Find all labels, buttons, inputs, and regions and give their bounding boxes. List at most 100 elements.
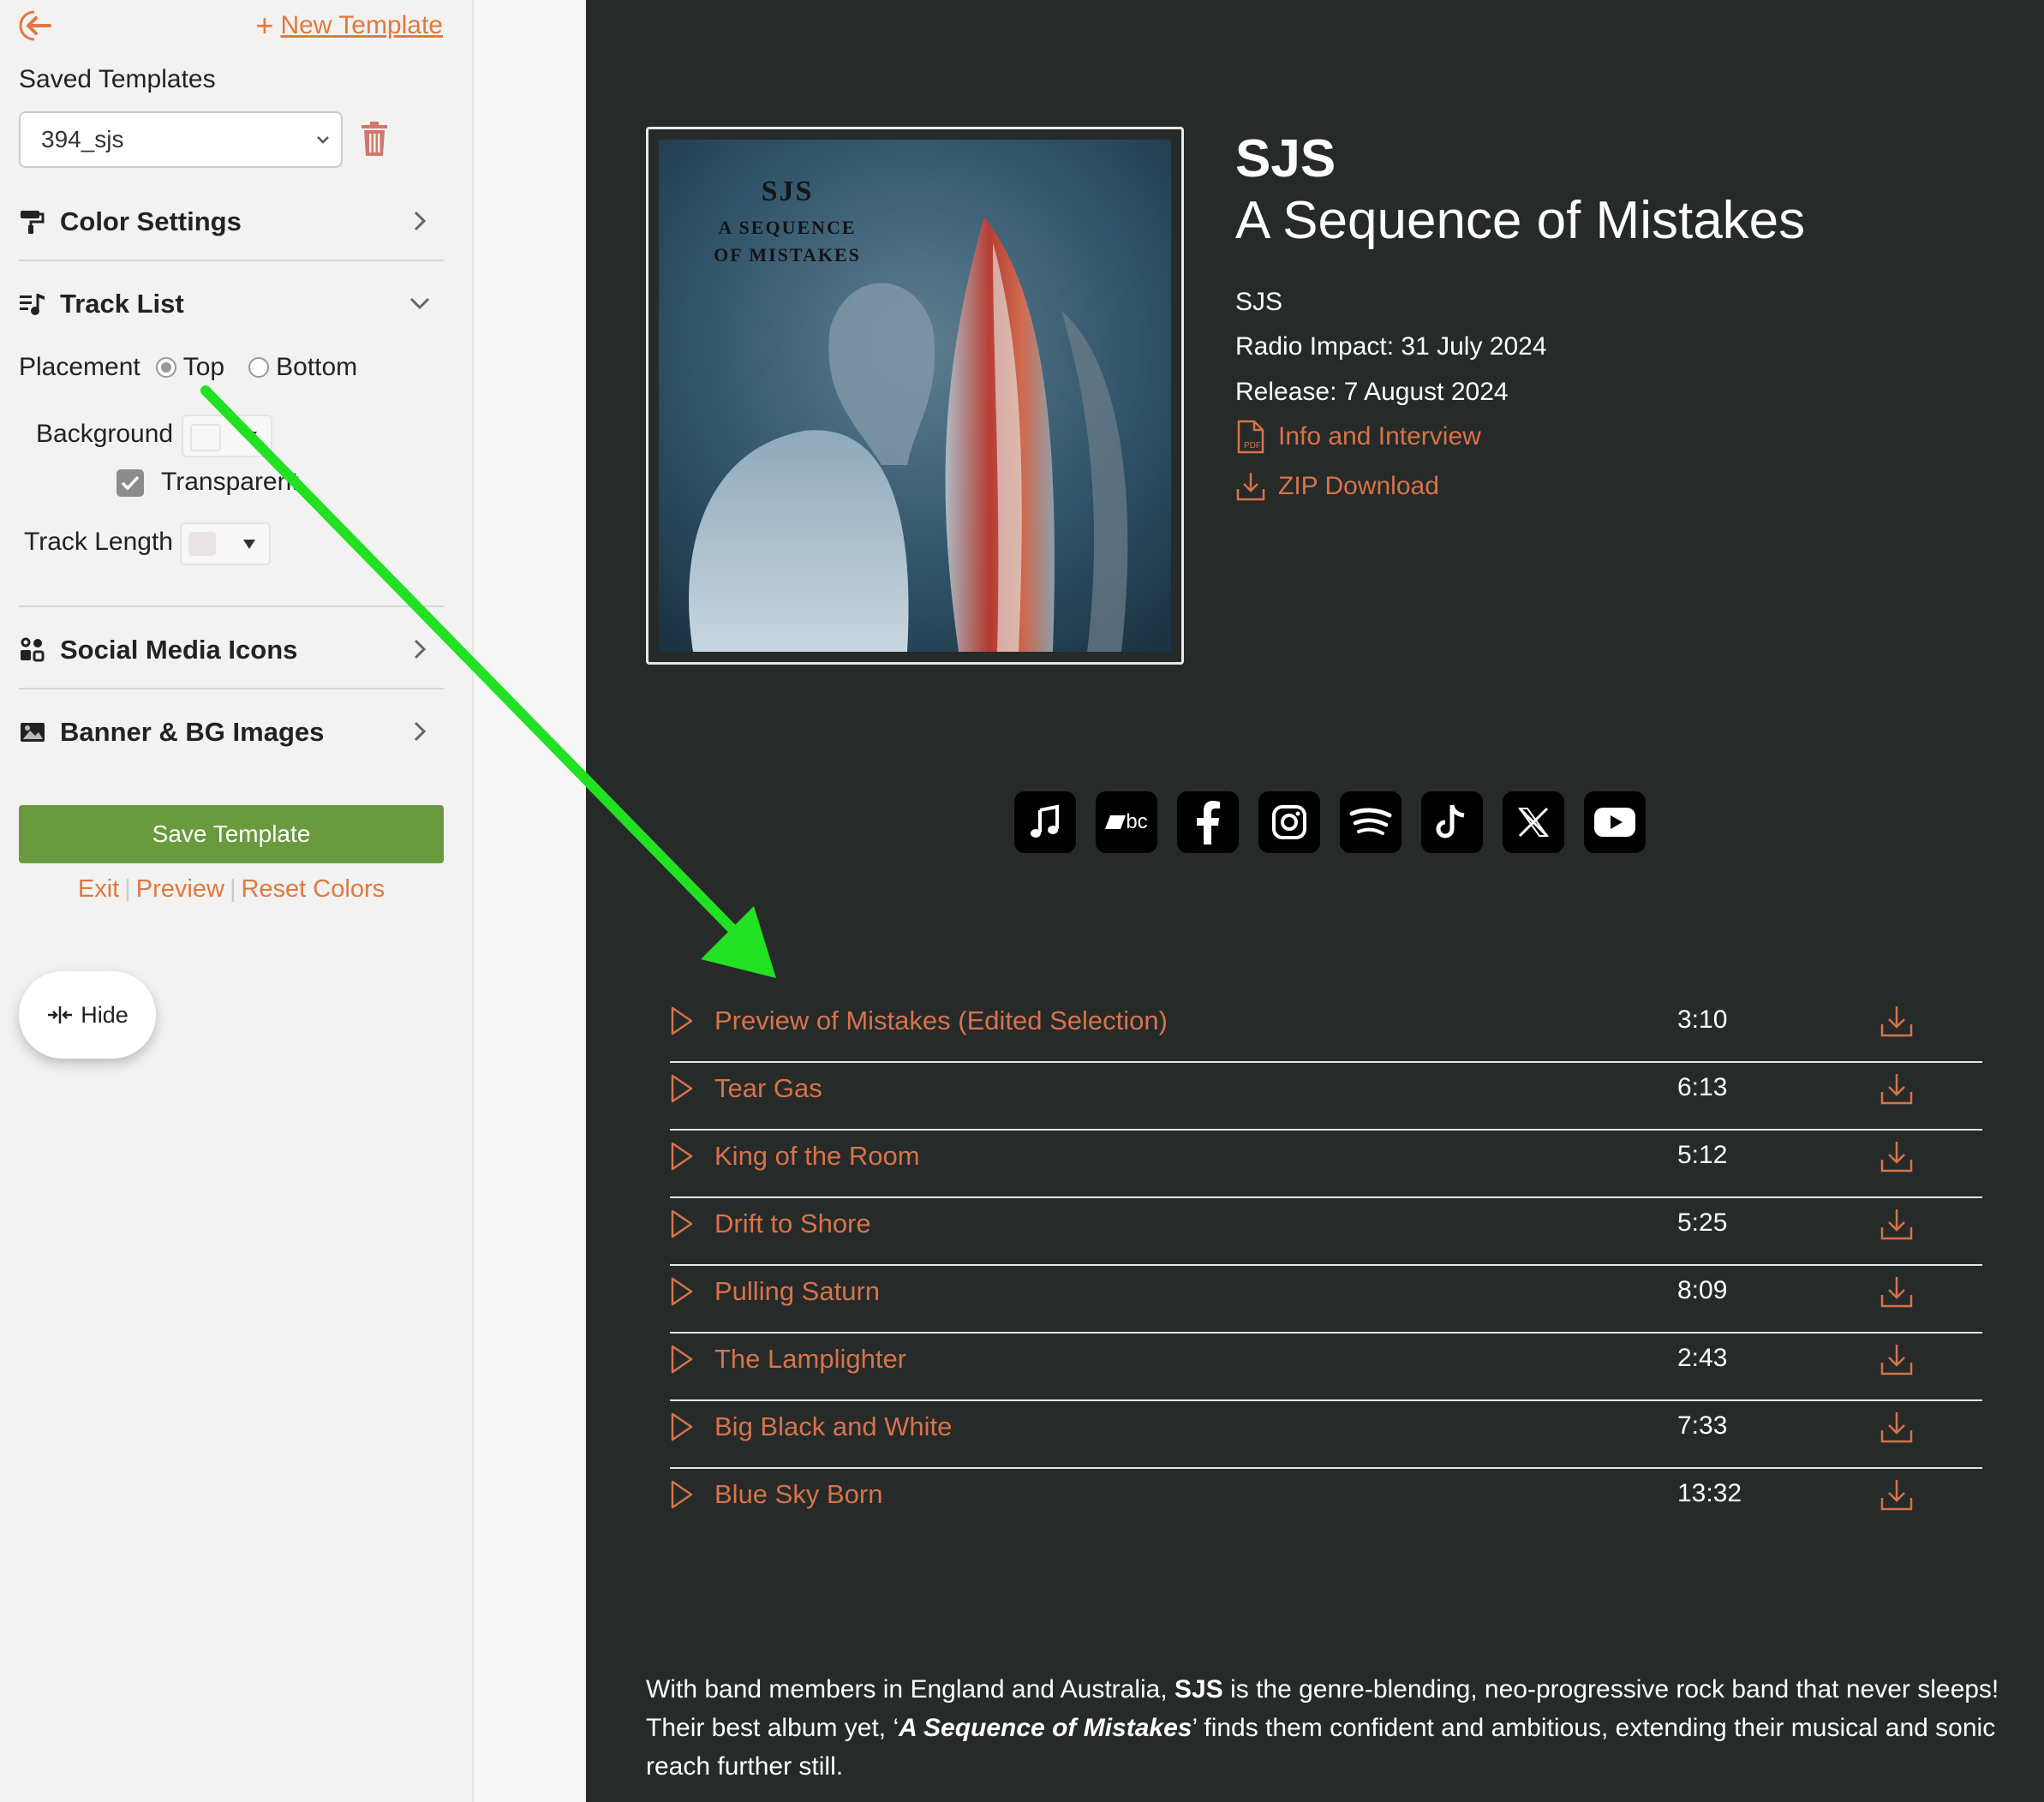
download-icon (1236, 473, 1265, 501)
track-title[interactable]: Preview of Mistakes (Edited Selection) (714, 1005, 1168, 1036)
section-track-list[interactable]: Track List (19, 266, 444, 343)
music-list-icon (20, 294, 45, 315)
social-icons-icon (21, 637, 45, 662)
play-icon[interactable] (670, 1073, 694, 1104)
spotify-icon[interactable] (1340, 791, 1402, 853)
background-label: Background (36, 420, 174, 448)
hide-label: Hide (81, 1001, 128, 1028)
play-icon[interactable] (670, 1276, 694, 1307)
bandcamp-icon[interactable]: bc (1096, 791, 1157, 853)
play-icon[interactable] (670, 1141, 694, 1172)
tiktok-icon[interactable] (1421, 791, 1483, 853)
placement-bottom-label[interactable]: Bottom (276, 353, 357, 382)
hide-sidebar-button[interactable]: Hide (19, 971, 156, 1059)
caret-down-icon (243, 540, 255, 549)
track-row: Drift to Shore 5:25 (670, 1198, 1982, 1266)
save-template-button[interactable]: Save Template (19, 805, 444, 863)
track-title[interactable]: Pulling Saturn (714, 1276, 880, 1307)
bio-text: With band members in England and Austral… (646, 1675, 1175, 1704)
radio-impact-date: Radio Impact: 31 July 2024 (1235, 332, 1547, 361)
band-bio: With band members in England and Austral… (646, 1670, 2034, 1786)
section-title: Social Media Icons (60, 635, 298, 665)
saved-templates-label: Saved Templates (19, 65, 216, 93)
facebook-icon[interactable] (1177, 791, 1239, 853)
section-title: Track List (60, 289, 184, 319)
divider (19, 688, 444, 689)
preview-link[interactable]: Preview (136, 875, 224, 903)
trash-icon[interactable] (358, 120, 391, 158)
divider (19, 606, 444, 607)
album-heading: A Sequence of Mistakes (1235, 191, 1806, 250)
reset-colors-link[interactable]: Reset Colors (241, 875, 385, 903)
new-template-link[interactable]: + New Template (255, 10, 443, 41)
track-title[interactable]: Tear Gas (714, 1073, 822, 1104)
track-title[interactable]: Blue Sky Born (714, 1479, 882, 1510)
bio-band-name: SJS (1174, 1675, 1223, 1704)
transparent-checkbox[interactable] (117, 469, 144, 497)
download-icon[interactable] (1880, 1071, 1914, 1106)
caret-down-icon (245, 432, 257, 441)
artist-line: SJS (1235, 288, 1283, 316)
chevron-down-icon (317, 136, 329, 144)
track-length-color-picker[interactable] (180, 522, 271, 565)
track-row: Pulling Saturn 8:09 (670, 1266, 1982, 1334)
sidebar-gutter (474, 0, 586, 1802)
epk-preview: SJS A SEQUENCE OF MISTAKES SJS A Sequenc… (586, 0, 2044, 1802)
play-icon[interactable] (670, 1344, 694, 1375)
play-icon[interactable] (670, 1005, 694, 1036)
info-interview-link[interactable]: PDF Info and Interview (1235, 420, 1481, 454)
template-select[interactable]: 394_sjs (19, 111, 343, 168)
download-icon[interactable] (1880, 1410, 1914, 1444)
placement-top-label[interactable]: Top (183, 353, 224, 382)
track-length: 2:43 (1677, 1344, 1728, 1372)
track-length: 5:25 (1677, 1208, 1728, 1237)
section-color-settings[interactable]: Color Settings (19, 183, 444, 260)
zip-download-label: ZIP Download (1278, 472, 1439, 500)
footer-links: Exit | Preview | Reset Colors (19, 875, 444, 904)
youtube-icon[interactable] (1584, 791, 1646, 853)
link-separator: | (229, 875, 236, 903)
chevron-right-icon (414, 211, 427, 231)
track-length: 7:33 (1677, 1411, 1728, 1440)
download-icon[interactable] (1880, 1207, 1914, 1241)
download-icon[interactable] (1880, 1477, 1914, 1512)
cover-title-line1: A SEQUENCE (718, 217, 857, 238)
checkmark-icon (121, 475, 140, 491)
track-title[interactable]: Big Black and White (714, 1411, 952, 1442)
track-length-label: Track Length (24, 528, 173, 556)
x-icon[interactable] (1503, 791, 1564, 853)
exit-link[interactable]: Exit (78, 875, 119, 903)
track-title[interactable]: The Lamplighter (714, 1344, 906, 1375)
color-swatch (188, 532, 216, 556)
bio-album-title: A Sequence of Mistakes (899, 1714, 1192, 1742)
artist-heading: SJS (1235, 129, 1336, 188)
album-cover: SJS A SEQUENCE OF MISTAKES (646, 127, 1184, 665)
track-title[interactable]: King of the Room (714, 1141, 920, 1172)
album-cover-art: SJS A SEQUENCE OF MISTAKES (659, 140, 1171, 652)
plus-icon: + (255, 8, 274, 43)
section-social-media-icons[interactable]: Social Media Icons (19, 612, 444, 689)
play-icon[interactable] (670, 1411, 694, 1442)
instagram-icon[interactable] (1258, 791, 1320, 853)
placement-bottom-radio[interactable] (248, 357, 270, 378)
back-arrow-icon[interactable] (17, 7, 55, 45)
background-color-picker[interactable] (182, 415, 272, 457)
apple-music-icon[interactable] (1014, 791, 1076, 853)
social-icons-row: bc (1014, 791, 1646, 853)
track-title[interactable]: Drift to Shore (714, 1208, 871, 1239)
zip-download-link[interactable]: ZIP Download (1235, 470, 1439, 503)
placement-top-radio[interactable] (155, 357, 176, 378)
download-icon[interactable] (1880, 1139, 1914, 1173)
bandcamp-text: bc (1126, 810, 1148, 833)
info-interview-label: Info and Interview (1278, 422, 1481, 450)
paint-roller-icon (21, 211, 45, 234)
track-length: 6:13 (1677, 1073, 1728, 1101)
download-icon[interactable] (1880, 1274, 1914, 1309)
section-banner-bg-images[interactable]: Banner & BG Images (19, 694, 444, 771)
pdf-icon: PDF (1237, 420, 1264, 454)
play-icon[interactable] (670, 1479, 694, 1510)
image-icon (21, 723, 45, 742)
download-icon[interactable] (1880, 1004, 1914, 1038)
play-icon[interactable] (670, 1208, 694, 1239)
download-icon[interactable] (1880, 1342, 1914, 1376)
